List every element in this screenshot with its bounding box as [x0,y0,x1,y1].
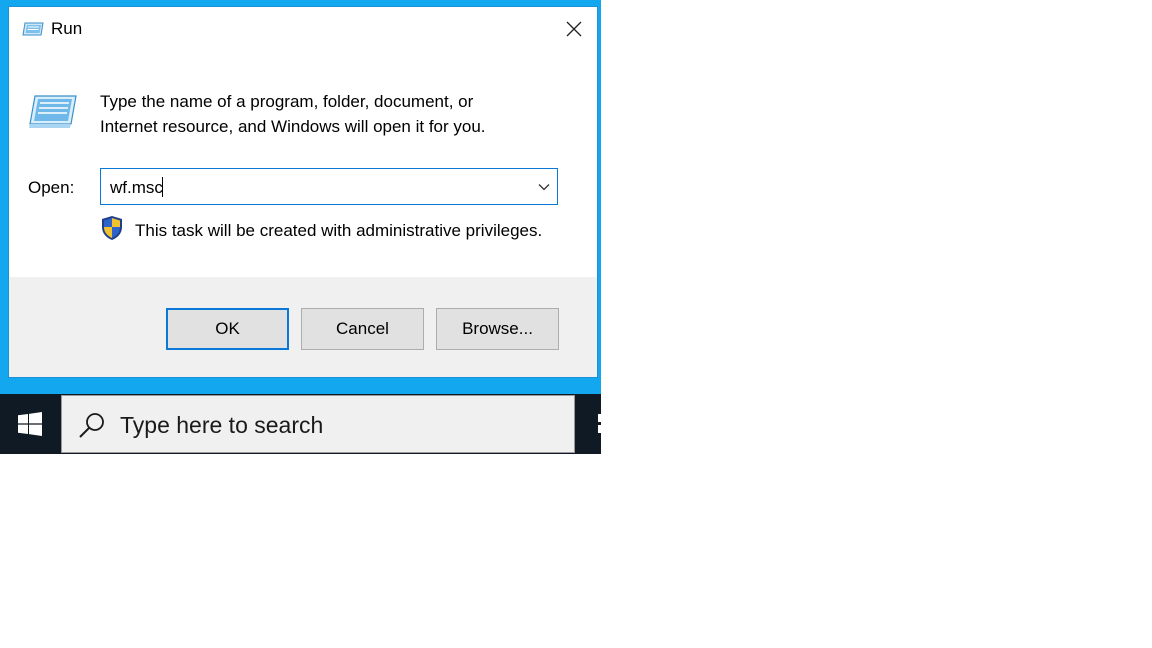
task-view-icon[interactable] [596,412,601,436]
open-combobox[interactable]: wf.msc [100,168,558,205]
screen: Run Type the name of a program, folder, … [0,0,1152,648]
run-program-icon [29,95,77,128]
window-title: Run [51,19,83,38]
start-button[interactable] [0,394,60,454]
run-description: Type the name of a program, folder, docu… [100,89,560,139]
text-caret [161,177,163,197]
close-button[interactable] [551,7,597,51]
admin-notice: This task will be created with administr… [135,221,543,240]
description-line-1: Type the name of a program, folder, docu… [100,92,474,111]
dialog-footer: OK Cancel Browse... [9,277,597,377]
close-icon [566,21,582,37]
chevron-down-icon[interactable] [537,180,551,194]
taskbar: Type here to search [0,394,601,454]
run-dialog: Run Type the name of a program, folder, … [8,6,598,378]
open-input-value[interactable]: wf.msc [110,177,163,198]
title-bar[interactable]: Run [9,7,597,51]
browse-button[interactable]: Browse... [436,308,559,350]
taskbar-search-box[interactable]: Type here to search [61,395,575,453]
windows-logo-icon [18,412,42,436]
ok-button[interactable]: OK [166,308,289,350]
open-label: Open: [28,178,75,197]
dialog-content: Type the name of a program, folder, docu… [9,51,597,277]
cancel-button[interactable]: Cancel [301,308,424,350]
uac-shield-icon [102,216,122,240]
run-icon [22,22,44,36]
description-line-2: Internet resource, and Windows will open… [100,117,486,136]
search-placeholder: Type here to search [120,412,324,438]
search-icon [79,413,104,438]
open-input-text: wf.msc [110,178,163,197]
